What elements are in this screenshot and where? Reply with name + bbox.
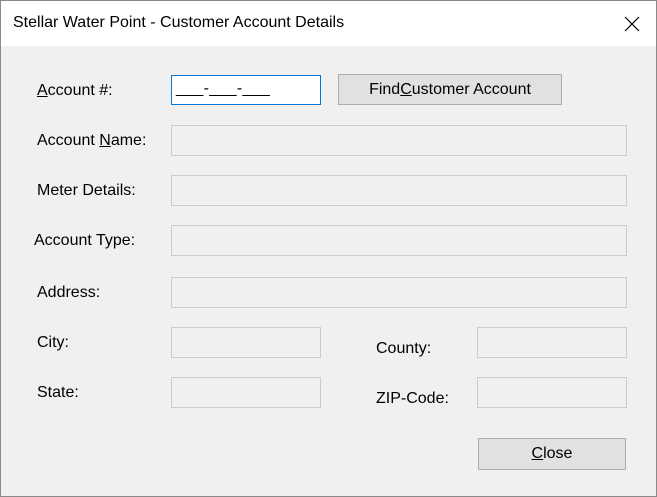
county-label: County: — [376, 340, 432, 357]
close-icon[interactable] — [617, 9, 647, 39]
find-customer-account-button[interactable]: Find Customer Account — [338, 74, 562, 105]
account-type-label: Account Type: — [34, 232, 136, 249]
address-label: Address: — [37, 284, 101, 301]
meter-details-field[interactable] — [171, 175, 627, 206]
meter-details-label: Meter Details: — [37, 182, 136, 199]
zip-code-field[interactable] — [477, 377, 627, 408]
city-label: City: — [37, 334, 69, 351]
city-field[interactable] — [171, 327, 321, 358]
title-bar: Stellar Water Point - Customer Account D… — [1, 1, 656, 46]
account-type-field[interactable] — [171, 225, 627, 256]
address-field[interactable] — [171, 277, 627, 308]
state-field[interactable] — [171, 377, 321, 408]
customer-account-details-dialog: Stellar Water Point - Customer Account D… — [0, 0, 657, 497]
state-label: State: — [37, 384, 79, 401]
county-field[interactable] — [477, 327, 627, 358]
account-name-field[interactable] — [171, 125, 627, 156]
close-button[interactable]: Close — [478, 438, 626, 470]
account-name-label: Account Name: — [37, 132, 147, 149]
account-number-input[interactable]: ___-___-___ — [171, 75, 321, 105]
account-number-label: Account #: — [37, 82, 113, 99]
zip-code-label: ZIP-Code: — [376, 390, 449, 407]
window-title: Stellar Water Point - Customer Account D… — [13, 14, 345, 31]
